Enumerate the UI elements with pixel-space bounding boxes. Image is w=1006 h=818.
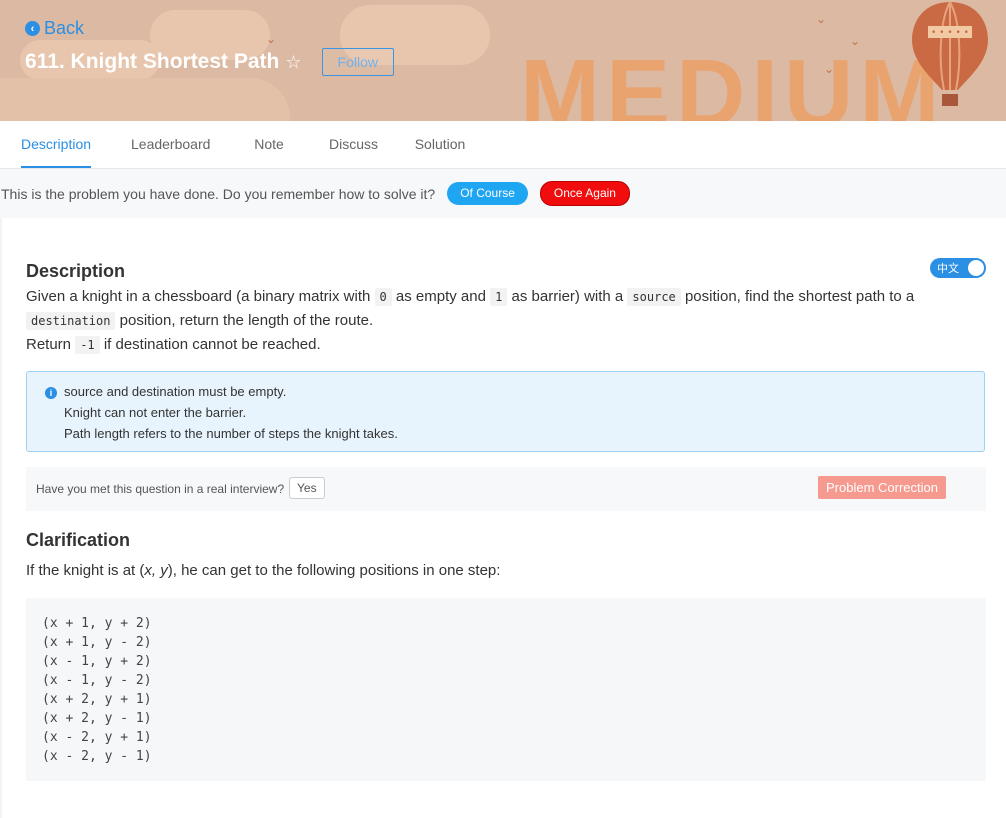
toggle-knob xyxy=(968,260,984,276)
code-line: (x + 1, y - 2) xyxy=(42,635,152,650)
clarification-text: If the knight is at (x, y), he can get t… xyxy=(26,559,500,583)
code-line: (x - 2, y - 1) xyxy=(42,749,152,764)
code-block: (x + 1, y + 2) (x + 1, y - 2) (x - 1, y … xyxy=(26,598,986,781)
bird-icon: ⌄ xyxy=(816,12,827,26)
info-line: Knight can not enter the barrier. xyxy=(64,405,247,420)
code-line: (x + 2, y - 1) xyxy=(42,711,152,726)
description-heading: Description xyxy=(26,261,126,281)
problem-title: 611. Knight Shortest Path xyxy=(25,50,280,73)
info-line: Path length refers to the number of step… xyxy=(64,426,398,441)
text-span: Return xyxy=(26,336,72,353)
clarification-heading: Clarification xyxy=(26,530,131,550)
tab-discuss[interactable]: Discuss xyxy=(329,121,378,167)
inline-code: -1 xyxy=(75,336,100,354)
problem-card: Description 中文 Given a knight in a chess… xyxy=(2,218,1006,818)
problem-title-row: 611. Knight Shortest Path ☆ Follow xyxy=(25,48,394,76)
hill-decoration xyxy=(0,78,290,121)
tab-bar: Description Leaderboard Note Discuss Sol… xyxy=(0,121,1006,169)
header-banner: ⌄ ⌄ ⌄ ⌄ MEDIUM • • • • • ‹ Back 611. Kni… xyxy=(0,0,1006,121)
language-toggle-label: 中文 xyxy=(937,262,959,275)
back-link[interactable]: ‹ Back xyxy=(25,18,84,39)
text-span: as empty and xyxy=(395,288,486,305)
difficulty-watermark: MEDIUM xyxy=(520,40,946,122)
back-label: Back xyxy=(44,18,85,38)
once-again-button[interactable]: Once Again xyxy=(539,181,630,206)
text-span: If the knight is at ( xyxy=(26,562,145,579)
tab-description[interactable]: Description xyxy=(21,121,91,168)
svg-text:• • • • •: • • • • • xyxy=(931,28,969,38)
interview-question: Have you met this question in a real int… xyxy=(36,482,285,496)
tab-leaderboard[interactable]: Leaderboard xyxy=(131,121,210,167)
text-span: x, y xyxy=(144,562,168,579)
text-span: Given a knight in a chessboard (a binary… xyxy=(26,288,371,305)
code-line: (x + 2, y + 1) xyxy=(42,692,152,707)
description-paragraph-1: Given a knight in a chessboard (a binary… xyxy=(26,285,986,333)
star-icon[interactable]: ☆ xyxy=(285,52,301,73)
text-span: position, find the shortest path to a xyxy=(684,288,915,305)
notice-text: This is the problem you have done. Do yo… xyxy=(1,185,436,202)
info-line: source and destination must be empty. xyxy=(64,384,287,399)
code-line: (x - 2, y + 1) xyxy=(42,730,152,745)
inline-code: source xyxy=(627,288,681,306)
info-box: i source and destination must be empty. … xyxy=(26,371,985,452)
code-line: (x - 1, y - 2) xyxy=(42,673,152,688)
code-line: (x + 1, y + 2) xyxy=(42,616,152,631)
text-span: if destination cannot be reached. xyxy=(103,336,321,353)
done-notice-bar: This is the problem you have done. Do yo… xyxy=(0,169,1006,218)
text-span: as barrier) with a xyxy=(511,288,624,305)
interview-bar: Have you met this question in a real int… xyxy=(26,467,986,511)
of-course-button[interactable]: Of Course xyxy=(447,182,528,205)
bird-icon: ⌄ xyxy=(266,32,277,46)
code-line: (x - 1, y + 2) xyxy=(42,654,152,669)
description-paragraph-2: Return -1 if destination cannot be reach… xyxy=(26,333,321,357)
inline-code: 1 xyxy=(490,288,508,306)
hot-air-balloon-icon: • • • • • xyxy=(912,1,988,106)
text-span: position, return the length of the route… xyxy=(119,312,374,329)
tab-solution[interactable]: Solution xyxy=(414,121,466,167)
tab-note[interactable]: Note xyxy=(254,121,284,167)
chevron-left-icon: ‹ xyxy=(25,21,40,36)
inline-code: 0 xyxy=(374,288,392,306)
inline-code: destination xyxy=(26,312,116,330)
text-span: ), he can get to the following positions… xyxy=(167,562,501,579)
language-toggle[interactable]: 中文 xyxy=(930,258,986,278)
info-icon: i xyxy=(45,387,57,399)
problem-correction-button[interactable]: Problem Correction xyxy=(818,476,946,499)
follow-button[interactable]: Follow xyxy=(321,48,394,76)
yes-button[interactable]: Yes xyxy=(289,477,325,499)
